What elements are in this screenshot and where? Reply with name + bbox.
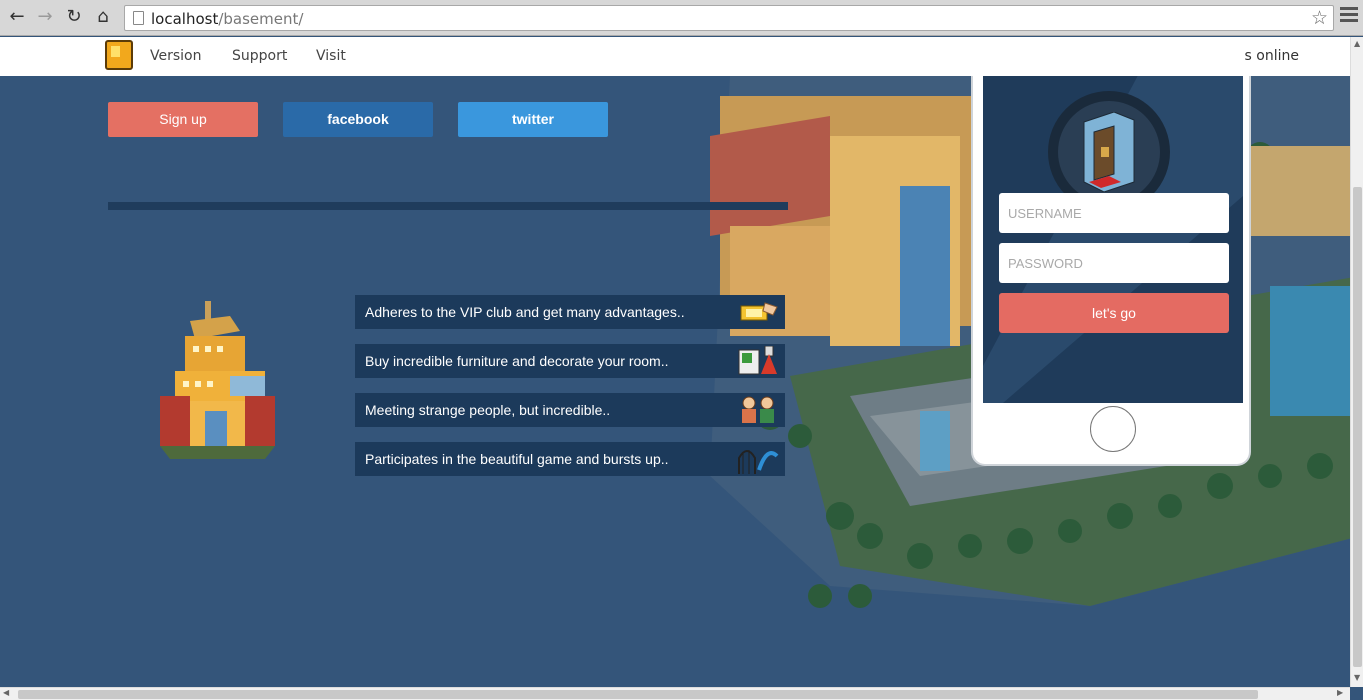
main-area: Sign up facebook twitter Adheres to the … — [0, 76, 1350, 687]
forward-arrow-icon[interactable]: → — [34, 6, 56, 28]
online-count: s online — [1244, 48, 1299, 64]
scroll-left-icon[interactable]: ◀ — [3, 688, 9, 697]
feature-vip: Adheres to the VIP club and get many adv… — [355, 295, 785, 329]
phone-screen: let's go — [983, 76, 1243, 403]
horizontal-scrollbar[interactable]: ◀ ▶ — [0, 687, 1350, 700]
vertical-scrollbar[interactable]: ▲ ▼ — [1350, 37, 1363, 687]
people-icon — [742, 396, 774, 423]
scroll-down-icon[interactable]: ▼ — [1354, 673, 1360, 682]
feature-text: Participates in the beautiful game and b… — [365, 451, 669, 467]
reload-icon[interactable]: ↻ — [63, 6, 85, 28]
bookmark-star-icon[interactable]: ☆ — [1311, 7, 1328, 29]
nav-support[interactable]: Support — [232, 48, 287, 64]
feature-text: Meeting strange people, but incredible.. — [365, 402, 611, 418]
url-text: localhost/basement/ — [151, 10, 304, 28]
rollercoaster-icon — [738, 450, 779, 474]
site-header: Version Support Visit s online — [0, 37, 1350, 76]
browser-menu-icon[interactable] — [1340, 7, 1358, 25]
door-icon — [1083, 112, 1135, 192]
signup-button[interactable]: Sign up — [108, 102, 258, 137]
vertical-scroll-thumb[interactable] — [1353, 187, 1362, 667]
login-submit-button[interactable]: let's go — [999, 293, 1229, 333]
hotel-building-icon — [160, 301, 275, 459]
site-logo-icon[interactable] — [105, 40, 133, 70]
nav-version[interactable]: Version — [150, 48, 201, 64]
section-divider — [108, 202, 788, 210]
address-bar[interactable]: localhost/basement/ ☆ — [124, 5, 1334, 31]
back-arrow-icon[interactable]: ← — [6, 6, 28, 28]
username-input[interactable] — [999, 193, 1229, 233]
browser-toolbar: ← → ↻ ⌂ localhost/basement/ ☆ — [0, 0, 1363, 36]
password-input[interactable] — [999, 243, 1229, 283]
scroll-up-icon[interactable]: ▲ — [1354, 39, 1360, 48]
feature-text: Adheres to the VIP club and get many adv… — [365, 304, 685, 320]
page-icon — [133, 11, 144, 25]
feature-game: Participates in the beautiful game and b… — [355, 442, 785, 476]
feature-people: Meeting strange people, but incredible.. — [355, 393, 785, 427]
feature-text: Buy incredible furniture and decorate yo… — [365, 353, 669, 369]
facebook-button[interactable]: facebook — [283, 102, 433, 137]
home-icon[interactable]: ⌂ — [92, 6, 114, 28]
nav-visit[interactable]: Visit — [316, 48, 346, 64]
twitter-button[interactable]: twitter — [458, 102, 608, 137]
horizontal-scroll-thumb[interactable] — [18, 690, 1258, 699]
scroll-right-icon[interactable]: ▶ — [1337, 688, 1343, 697]
vip-ticket-icon — [740, 302, 778, 321]
login-phone-frame: let's go — [971, 76, 1251, 466]
furniture-catalog-icon — [738, 346, 777, 375]
feature-furniture: Buy incredible furniture and decorate yo… — [355, 344, 785, 378]
phone-home-button — [1090, 406, 1136, 452]
